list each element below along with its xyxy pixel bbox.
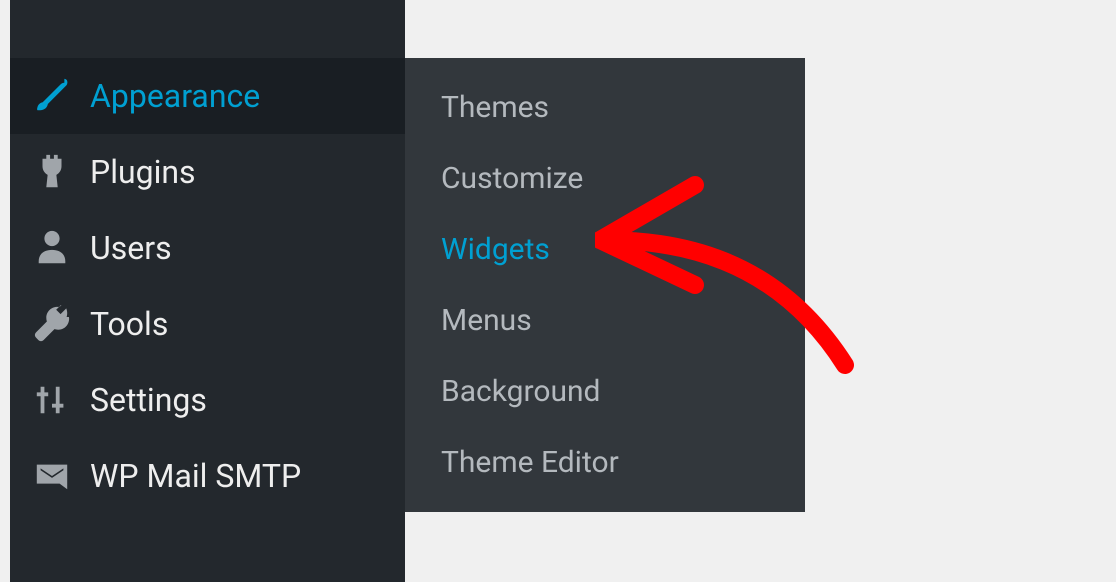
wrench-icon — [32, 304, 72, 344]
submenu-item-widgets[interactable]: Widgets — [405, 214, 805, 285]
submenu-item-label: Background — [441, 374, 600, 409]
sliders-icon — [32, 380, 72, 420]
sidebar-item-label: Plugins — [90, 153, 196, 191]
sidebar-item-label: Settings — [90, 381, 207, 419]
submenu-item-menus[interactable]: Menus — [405, 285, 805, 356]
submenu-item-label: Menus — [441, 303, 532, 338]
submenu-item-label: Themes — [441, 90, 549, 125]
submenu-item-label: Theme Editor — [441, 445, 619, 480]
sidebar-item-plugins[interactable]: Plugins — [10, 134, 405, 210]
submenu-item-theme-editor[interactable]: Theme Editor — [405, 427, 805, 498]
sidebar-item-label: Tools — [90, 305, 168, 343]
submenu-item-background[interactable]: Background — [405, 356, 805, 427]
sidebar-item-wp-mail-smtp[interactable]: WP Mail SMTP — [10, 438, 405, 514]
paintbrush-icon — [32, 76, 72, 116]
sidebar-item-appearance[interactable]: Appearance — [10, 58, 405, 134]
mail-icon — [32, 456, 72, 496]
submenu-item-themes[interactable]: Themes — [405, 72, 805, 143]
submenu-item-customize[interactable]: Customize — [405, 143, 805, 214]
sidebar-item-label: Appearance — [90, 77, 260, 115]
sidebar-gap — [10, 0, 405, 58]
appearance-submenu: Themes Customize Widgets Menus Backgroun… — [405, 58, 805, 512]
sidebar-item-settings[interactable]: Settings — [10, 362, 405, 438]
sidebar-item-label: WP Mail SMTP — [90, 457, 301, 495]
sidebar-item-users[interactable]: Users — [10, 210, 405, 286]
submenu-item-label: Customize — [441, 161, 583, 196]
sidebar-item-tools[interactable]: Tools — [10, 286, 405, 362]
admin-sidebar: Appearance Plugins Users Tools Settings … — [10, 0, 405, 582]
submenu-item-label: Widgets — [441, 232, 550, 267]
user-icon — [32, 228, 72, 268]
sidebar-item-label: Users — [90, 229, 172, 267]
plug-icon — [32, 152, 72, 192]
